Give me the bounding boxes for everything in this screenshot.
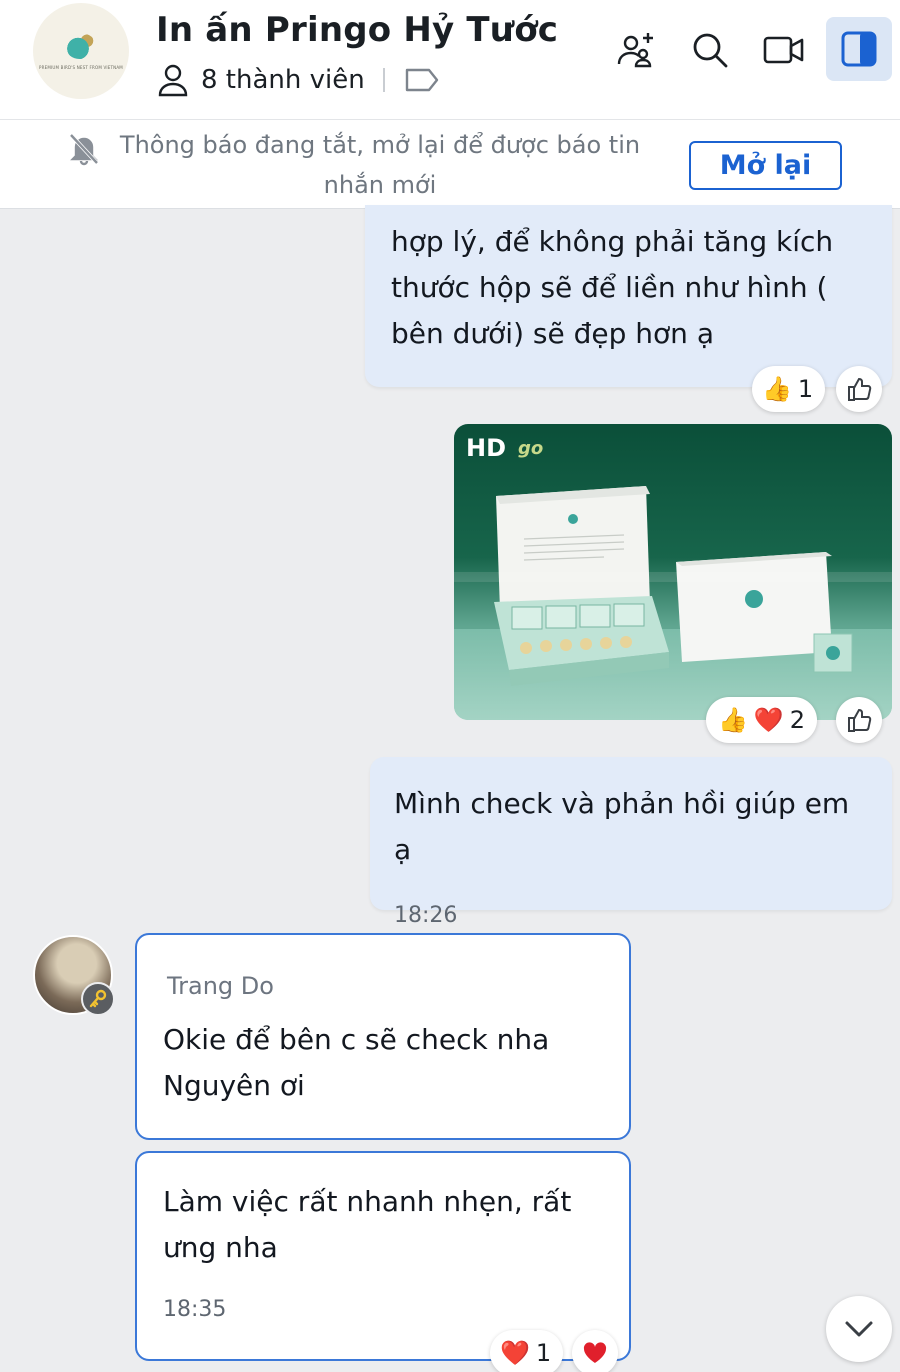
group-title[interactable]: In ấn Pringo Hỷ Tước <box>156 10 558 50</box>
heart-icon <box>583 1342 607 1363</box>
add-member-icon[interactable] <box>610 24 662 76</box>
message-bubble[interactable]: hợp lý, để không phải tăng kích thước hộ… <box>365 205 892 387</box>
reaction-count: 2 <box>789 706 806 734</box>
chat-header: PREMIUM BIRD'S NEST FROM VIETNAM In ấn P… <box>0 0 900 120</box>
reaction-summary[interactable]: 👍 1 <box>752 366 826 412</box>
chevron-down-icon <box>845 1321 873 1337</box>
members-count[interactable]: 8 thành viên <box>201 65 365 95</box>
muted-bell-icon <box>68 132 100 170</box>
sender-name[interactable]: Trang Do <box>167 969 605 1003</box>
like-button[interactable] <box>836 697 882 743</box>
tag-icon[interactable] <box>405 67 439 93</box>
unmute-button[interactable]: Mở lại <box>689 141 842 190</box>
brand-watermark: go <box>518 438 544 459</box>
group-avatar[interactable]: PREMIUM BIRD'S NEST FROM VIETNAM <box>33 3 129 99</box>
sidebar-toggle-icon[interactable] <box>826 17 892 81</box>
muted-notice-text: Thông báo đang tắt, mở lại để được báo t… <box>119 131 641 199</box>
divider <box>382 68 385 92</box>
members-row: 8 thành viên <box>157 62 439 98</box>
message-bubble[interactable]: Trang Do Okie để bên c sẽ check nha Nguy… <box>135 933 631 1140</box>
admin-key-icon <box>81 982 115 1016</box>
thumbs-up-outline-icon <box>848 708 872 732</box>
hd-badge: HD <box>466 434 507 462</box>
reaction-count: 1 <box>535 1339 552 1367</box>
message-bubble[interactable]: Mình check và phản hồi giúp em ạ 18:26 <box>370 757 892 928</box>
image-message[interactable]: HD go <box>454 424 892 720</box>
thumbs-up-emoji-icon: 👍 <box>718 706 748 734</box>
thumbs-up-emoji-icon: 👍 <box>762 375 792 403</box>
search-icon[interactable] <box>684 24 736 76</box>
message-text: Mình check và phản hồi giúp em ạ <box>394 787 850 866</box>
message-text: Okie để bên c sẽ check nha Nguyên ơi <box>163 1023 550 1102</box>
scroll-to-bottom-button[interactable] <box>826 1296 892 1362</box>
avatar-caption: PREMIUM BIRD'S NEST FROM VIETNAM <box>39 64 123 70</box>
like-button[interactable] <box>836 366 882 412</box>
brand-logo-icon <box>66 32 96 59</box>
reaction-summary[interactable]: ❤️ 1 <box>490 1330 564 1372</box>
heart-react-button[interactable] <box>572 1330 618 1372</box>
thumbs-up-outline-icon <box>848 377 872 401</box>
heart-emoji-icon: ❤️ <box>753 706 784 734</box>
person-icon <box>157 63 189 97</box>
message-bubble[interactable]: Làm việc rất nhanh nhẹn, rất ưng nha 18:… <box>135 1151 631 1361</box>
message-text: Làm việc rất nhanh nhẹn, rất ưng nha <box>163 1185 572 1264</box>
video-call-icon[interactable] <box>758 24 810 76</box>
reaction-summary[interactable]: 👍 ❤️ 2 <box>706 697 818 743</box>
message-time: 18:35 <box>163 1297 227 1322</box>
product-photo <box>454 486 892 720</box>
reaction-count: 1 <box>797 375 814 403</box>
heart-emoji-icon: ❤️ <box>500 1339 530 1367</box>
message-text: hợp lý, để không phải tăng kích thước hộ… <box>391 225 834 350</box>
